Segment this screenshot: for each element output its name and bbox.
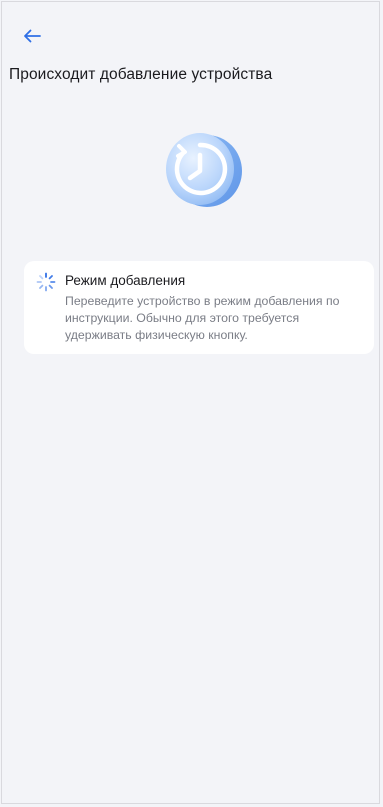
loading-spinner-icon: [36, 272, 56, 292]
adding-mode-card: Режим добавления Переведите устройство в…: [24, 261, 374, 354]
back-button[interactable]: [20, 24, 44, 48]
step-description: Переведите устройство в режим добавления…: [65, 294, 340, 342]
arrow-left-icon: [24, 29, 41, 43]
top-bar: [2, 2, 379, 62]
device-pairing-screen: Происходит добавление устройства Режим д…: [1, 1, 380, 804]
clock-refresh-icon: [166, 133, 242, 207]
step-title: Режим добавления: [65, 273, 186, 288]
loading-spinner: [36, 272, 56, 292]
clock-refresh-illustration: [150, 130, 250, 208]
page-title: Происходит добавление устройства: [9, 66, 273, 83]
